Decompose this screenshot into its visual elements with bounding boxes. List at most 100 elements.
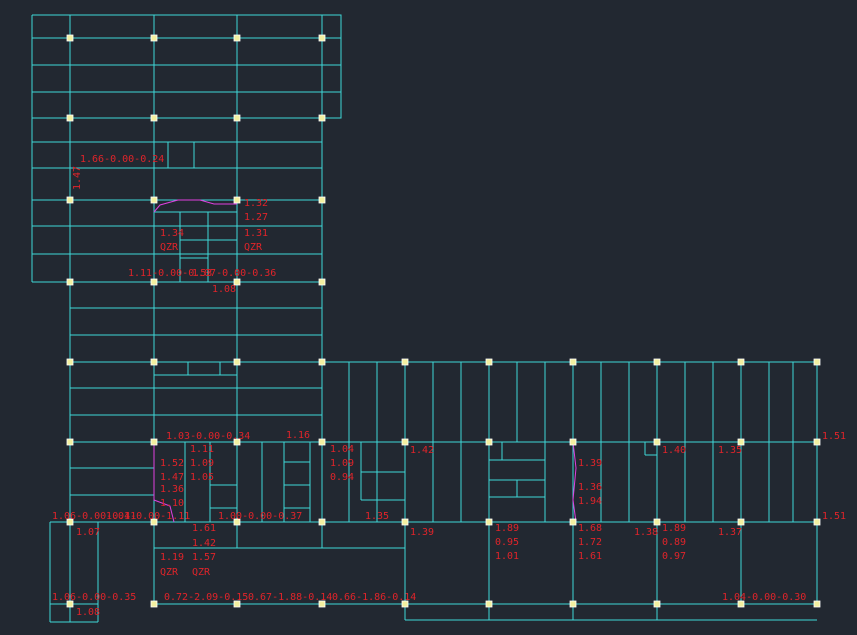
- drawing-canvas[interactable]: 1.66-0.00-0.24 1.47 1.32 1.27 1.34 QZR 1…: [0, 0, 857, 635]
- column-marker: [318, 196, 326, 204]
- beam-label: 0.94: [330, 472, 354, 483]
- column-marker: [150, 600, 158, 608]
- beam-label: 1.31: [244, 228, 268, 239]
- beam-label: 1.47: [160, 472, 184, 483]
- beam-label: 1.47: [72, 166, 83, 190]
- beam-label: 1.10: [160, 498, 184, 509]
- column-marker: [66, 196, 74, 204]
- column-marker: [569, 438, 577, 446]
- beam-label: 1.57: [192, 552, 216, 563]
- column-marker: [485, 600, 493, 608]
- beam-label: 1.68: [578, 523, 602, 534]
- column-marker: [737, 518, 745, 526]
- column-marker: [569, 600, 577, 608]
- column-marker: [401, 358, 409, 366]
- beam-label: 1.19: [160, 552, 184, 563]
- beam-label: 1.40: [662, 445, 686, 456]
- column-marker: [569, 518, 577, 526]
- column-marker: [813, 358, 821, 366]
- stair-detail: [154, 141, 237, 376]
- wall-outlines: [153, 199, 577, 523]
- beam-label: 1.37: [718, 527, 742, 538]
- beam-label: 1.34: [160, 228, 184, 239]
- column-marker: [150, 358, 158, 366]
- beam-label: 1.32: [244, 198, 268, 209]
- beam-label: QZR: [160, 567, 179, 578]
- beam-label: 0.66-1.86-0.14: [332, 592, 416, 603]
- column-marker: [737, 358, 745, 366]
- beam-label: 1.04-0.00-0.30: [722, 592, 806, 603]
- beam-label: 1.08: [212, 284, 236, 295]
- beam-label: 1.89: [495, 523, 519, 534]
- column-marker: [653, 518, 661, 526]
- column-marker: [653, 358, 661, 366]
- column-marker: [485, 518, 493, 526]
- beam-label: 0.95: [495, 537, 519, 548]
- column-marker: [66, 34, 74, 42]
- beam-label: 1.01-0.00-1.11: [106, 511, 190, 522]
- beam-label: 1.38: [634, 527, 658, 538]
- column-marker: [66, 114, 74, 122]
- column-marker: [66, 278, 74, 286]
- beam-label: 1.03-0.00-0.34: [166, 431, 250, 442]
- beam-label: 1.36: [578, 482, 602, 493]
- column-marker: [813, 518, 821, 526]
- beam-label: 1.07-0.00-0.36: [192, 268, 276, 279]
- column-marker: [653, 600, 661, 608]
- beam-label: 1.05: [190, 472, 214, 483]
- beam-label: 1.36: [160, 484, 184, 495]
- beam-label: 1.08: [76, 607, 100, 618]
- column-marker: [233, 196, 241, 204]
- column-marker: [318, 358, 326, 366]
- beam-label: 1.09: [330, 458, 354, 469]
- column-marker: [66, 438, 74, 446]
- floor-plan[interactable]: 1.66-0.00-0.24 1.47 1.32 1.27 1.34 QZR 1…: [0, 0, 857, 635]
- beam-label: QZR: [192, 567, 211, 578]
- column-marker: [653, 438, 661, 446]
- beam-label: 1.06-0.00-0.35: [52, 592, 136, 603]
- beam-label: 1.72: [578, 537, 602, 548]
- beam-label: 1.16: [286, 430, 310, 441]
- column-marker: [318, 34, 326, 42]
- beam-label: 1.66-0.00-0.24: [80, 154, 164, 165]
- beam-label: 1.09: [190, 458, 214, 469]
- beam-label: 1.01: [495, 551, 519, 562]
- beam-label: 1.07: [76, 527, 100, 538]
- beam-label: 1.39: [578, 458, 602, 469]
- column-marker: [485, 358, 493, 366]
- column-marker: [150, 34, 158, 42]
- beam-label: 0.67-1.88-0.14: [248, 592, 332, 603]
- column-marker: [318, 518, 326, 526]
- beam-label: 1.42: [410, 445, 434, 456]
- column-marker: [233, 114, 241, 122]
- column-marker: [813, 600, 821, 608]
- beam-label: 1.94: [578, 496, 602, 507]
- column-marker: [401, 518, 409, 526]
- beam-label: 1.51: [822, 511, 846, 522]
- column-marker: [569, 358, 577, 366]
- beam-label: 1.35: [718, 445, 742, 456]
- column-marker: [485, 438, 493, 446]
- column-marker: [150, 438, 158, 446]
- column-marker: [233, 34, 241, 42]
- beam-label: 1.61: [578, 551, 602, 562]
- column-marker: [318, 278, 326, 286]
- beam-label: 1.35: [365, 511, 389, 522]
- beam-label: 1.11: [190, 444, 214, 455]
- beam-label: 1.52: [160, 458, 184, 469]
- beam-label: 1.39: [410, 527, 434, 538]
- beam-label: 1.00-0.00-0.37: [218, 511, 302, 522]
- column-marker: [233, 358, 241, 366]
- beam-label: 1.89: [662, 523, 686, 534]
- column-marker: [150, 196, 158, 204]
- beam-label: 0.72-2.09-0.15: [164, 592, 248, 603]
- column-marker: [318, 114, 326, 122]
- column-marker: [813, 438, 821, 446]
- column-marker: [401, 438, 409, 446]
- lower-block-columns: [236, 362, 742, 604]
- beam-label: 0.97: [662, 551, 686, 562]
- column-marker: [150, 278, 158, 286]
- column-marker: [66, 358, 74, 366]
- beam-label: 1.27: [244, 212, 268, 223]
- beam-label: 1.51: [822, 431, 846, 442]
